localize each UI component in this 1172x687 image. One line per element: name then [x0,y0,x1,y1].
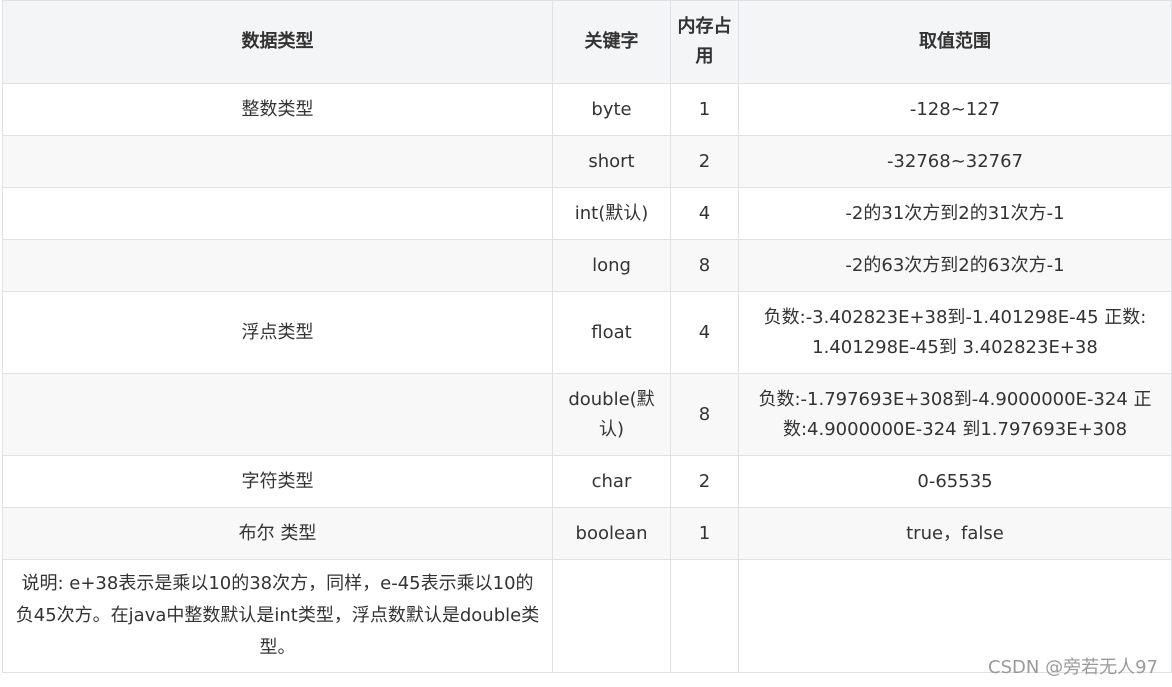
table-row: long 8 -2的63次方到2的63次方-1 [2,239,1172,292]
cell-memory: 8 [670,373,739,456]
table-row: int(默认) 4 -2的31次方到2的31次方-1 [2,187,1172,240]
cell-range: 负数:-1.797693E+308到-4.9000000E-324 正数:4.9… [738,373,1172,456]
empty-cell [670,559,739,673]
cell-memory: 4 [670,187,739,240]
cell-keyword: boolean [552,507,671,560]
table-row: short 2 -32768~32767 [2,135,1172,188]
cell-memory: 2 [670,455,739,508]
table-header-row: 数据类型 关键字 内存占用 取值范围 [2,0,1172,84]
cell-type: 浮点类型 [2,291,553,374]
cell-keyword: int(默认) [552,187,671,240]
cell-keyword: char [552,455,671,508]
cell-type [2,135,553,188]
cell-keyword: float [552,291,671,374]
cell-type: 字符类型 [2,455,553,508]
cell-memory: 2 [670,135,739,188]
cell-range: -128~127 [738,83,1172,136]
cell-keyword: long [552,239,671,292]
table-row: 整数类型 byte 1 -128~127 [2,83,1172,136]
header-keyword: 关键字 [552,0,671,84]
table-row: 浮点类型 float 4 负数:-3.402823E+38到-1.401298E… [2,291,1172,374]
cell-range: -2的31次方到2的31次方-1 [738,187,1172,240]
cell-memory: 4 [670,291,739,374]
header-data-type: 数据类型 [2,0,553,84]
cell-range: -2的63次方到2的63次方-1 [738,239,1172,292]
cell-type [2,373,553,456]
csdn-watermark: CSDN @旁若无人97 [988,657,1158,678]
table-row: 布尔 类型 boolean 1 true，false [2,507,1172,560]
cell-type [2,187,553,240]
cell-range: -32768~32767 [738,135,1172,188]
table-row: 字符类型 char 2 0-65535 [2,455,1172,508]
header-range: 取值范围 [738,0,1172,84]
cell-memory: 1 [670,507,739,560]
cell-memory: 8 [670,239,739,292]
cell-keyword: double(默认) [552,373,671,456]
cell-type [2,239,553,292]
header-memory: 内存占用 [670,0,739,84]
cell-range: 负数:-3.402823E+38到-1.401298E-45 正数: 1.401… [738,291,1172,374]
cell-memory: 1 [670,83,739,136]
cell-keyword: short [552,135,671,188]
table-note: 说明: e+38表示是乘以10的38次方，同样，e-45表示乘以10的负45次方… [2,559,553,673]
cell-type: 布尔 类型 [2,507,553,560]
cell-type: 整数类型 [2,83,553,136]
empty-cell [552,559,671,673]
cell-keyword: byte [552,83,671,136]
cell-range: true，false [738,507,1172,560]
data-types-table: 数据类型 关键字 内存占用 取值范围 整数类型 byte 1 -128~127 … [2,0,1172,673]
table-row: double(默认) 8 负数:-1.797693E+308到-4.900000… [2,373,1172,456]
cell-range: 0-65535 [738,455,1172,508]
